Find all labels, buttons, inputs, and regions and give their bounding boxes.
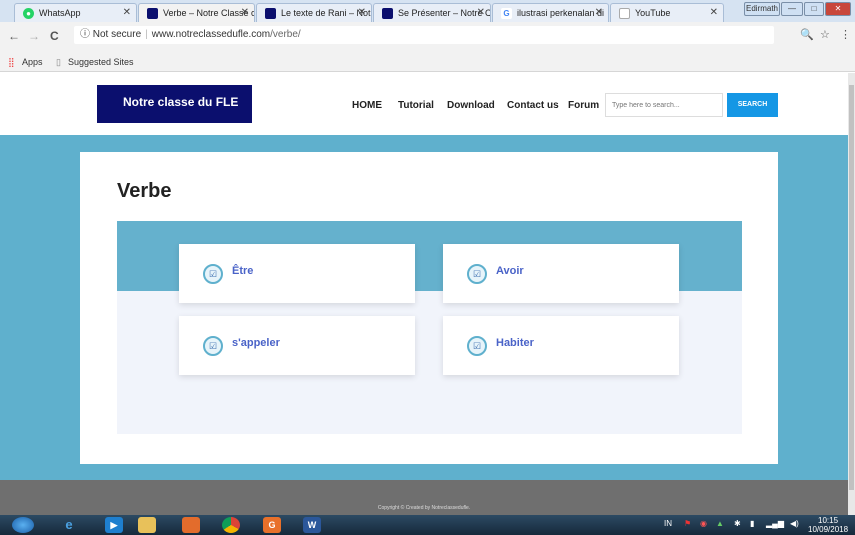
verb-card-sappeler[interactable]: ☑ s'appeler: [179, 316, 415, 375]
site-logo[interactable]: Notre classe du FLE: [97, 85, 252, 123]
close-icon[interactable]: ✕: [123, 7, 131, 18]
antivirus-icon[interactable]: ◉: [700, 519, 707, 528]
language-indicator[interactable]: IN: [664, 519, 672, 528]
file-explorer-icon[interactable]: [138, 517, 156, 533]
copyright-text: Copyright © Created by Notreclassedufle.: [377, 505, 471, 511]
site-icon: [265, 8, 276, 19]
internet-explorer-icon[interactable]: e: [60, 517, 78, 533]
url-domain: www.notreclassedufle.com: [151, 29, 271, 40]
verb-label[interactable]: Habiter: [496, 337, 534, 349]
close-icon[interactable]: ✕: [241, 7, 249, 18]
page-icon: ▯: [56, 57, 61, 67]
nav-tutorial[interactable]: Tutorial: [398, 100, 434, 111]
zoom-icon[interactable]: 🔍: [800, 28, 814, 41]
search-button[interactable]: SEARCH: [727, 93, 778, 117]
close-icon[interactable]: ✕: [477, 7, 485, 18]
nav-contact-us[interactable]: Contact us: [507, 100, 559, 111]
nav-forum[interactable]: Forum: [568, 100, 599, 111]
page-icon: [619, 8, 630, 19]
reload-button[interactable]: C: [50, 29, 59, 43]
windows-taskbar: e ▶ G W IN ⚑ ◉ ▲ ✱ ▮ ▂▄▆ ◀) 10:15 10/09/…: [0, 515, 855, 535]
edit-checkbox-icon: ☑: [467, 264, 487, 284]
browser-tab-strip: ● WhatsApp ✕ Verbe – Notre Classe c ✕ Le…: [0, 0, 855, 22]
volume-icon[interactable]: ◀): [790, 519, 799, 528]
close-icon[interactable]: ✕: [710, 7, 718, 18]
verb-label[interactable]: Avoir: [496, 265, 524, 277]
forward-button[interactable]: →: [28, 29, 40, 43]
bookmarks-bar: ⣿ Apps ▯ Suggested Sites: [0, 52, 855, 72]
tab-texte-rani[interactable]: Le texte de Rani – Not ✕: [256, 3, 372, 22]
verb-card-habiter[interactable]: ☑ Habiter: [443, 316, 679, 375]
maximize-button[interactable]: □: [804, 2, 824, 16]
nav-home[interactable]: HOME: [352, 100, 382, 111]
start-button-icon[interactable]: [12, 517, 34, 533]
back-button[interactable]: ←: [8, 29, 20, 43]
network-icon[interactable]: ▮: [750, 519, 754, 528]
menu-icon[interactable]: ⋮: [840, 28, 851, 41]
clock-time: 10:15: [818, 516, 839, 525]
edit-checkbox-icon: ☑: [467, 336, 487, 356]
minimize-button[interactable]: —: [781, 2, 803, 16]
site-icon: [147, 8, 158, 19]
tab-title: ilustrasi perkenalan di: [517, 8, 605, 18]
verb-label[interactable]: Être: [232, 265, 253, 277]
verb-label[interactable]: s'appeler: [232, 337, 280, 349]
close-window-button[interactable]: ✕: [825, 2, 851, 16]
google-app-icon[interactable]: G: [263, 517, 281, 533]
tab-whatsapp[interactable]: ● WhatsApp ✕: [14, 3, 137, 22]
word-icon[interactable]: W: [303, 517, 321, 533]
window-controls: Edirmath — □ ✕: [744, 2, 851, 16]
nav-download[interactable]: Download: [447, 100, 495, 111]
bookmark-suggested-sites[interactable]: Suggested Sites: [68, 57, 134, 67]
edit-checkbox-icon: ☑: [203, 264, 223, 284]
drive-icon[interactable]: ▲: [716, 519, 724, 528]
google-icon: G: [501, 8, 512, 19]
verb-card-etre[interactable]: ☑ Être: [179, 244, 415, 303]
url-path: /verbe/: [270, 29, 301, 40]
bluetooth-icon[interactable]: ✱: [734, 519, 741, 528]
whatsapp-icon: ●: [23, 8, 34, 19]
page-title: Verbe: [117, 180, 172, 202]
page-scrollbar[interactable]: [848, 73, 855, 515]
close-icon[interactable]: ✕: [595, 7, 603, 18]
tab-youtube[interactable]: YouTube ✕: [610, 3, 724, 22]
tab-title: WhatsApp: [39, 8, 81, 18]
system-clock[interactable]: 10:15 10/09/2018: [808, 516, 848, 534]
edit-checkbox-icon: ☑: [203, 336, 223, 356]
close-icon[interactable]: ✕: [358, 7, 366, 18]
search-input[interactable]: [605, 93, 723, 117]
site-footer: Copyright © Created by Notreclassedufle.: [0, 480, 848, 515]
media-player-icon[interactable]: ▶: [105, 517, 123, 533]
address-bar[interactable]: ⓘ Not secure | www.notreclassedufle.com/ve…: [74, 26, 774, 44]
clock-date: 10/09/2018: [808, 525, 849, 534]
signal-icon[interactable]: ▂▄▆: [766, 519, 784, 528]
browser-toolbar: ← → C ⓘ Not secure | www.notreclassedufle.…: [0, 22, 855, 52]
scrollbar-thumb[interactable]: [849, 85, 854, 490]
security-indicator[interactable]: ⓘ Not secure: [80, 29, 141, 40]
firefox-icon[interactable]: [182, 517, 200, 533]
site-header: Notre classe du FLE HOME Tutorial Downlo…: [0, 73, 848, 135]
chrome-icon[interactable]: [222, 517, 240, 533]
bookmark-star-icon[interactable]: ☆: [820, 28, 830, 41]
profile-button[interactable]: Edirmath: [744, 2, 780, 16]
verb-card-avoir[interactable]: ☑ Avoir: [443, 244, 679, 303]
flag-icon[interactable]: ⚑: [684, 519, 691, 528]
tab-ilustrasi[interactable]: G ilustrasi perkenalan di ✕: [492, 3, 609, 22]
apps-grid-icon: ⣿: [8, 57, 15, 67]
tab-title: YouTube: [635, 8, 671, 18]
site-icon: [382, 8, 393, 19]
tab-se-presenter[interactable]: Se Présenter – Notre C ✕: [373, 3, 491, 22]
bookmark-apps[interactable]: Apps: [22, 57, 43, 67]
tab-verbe[interactable]: Verbe – Notre Classe c ✕: [138, 3, 255, 22]
